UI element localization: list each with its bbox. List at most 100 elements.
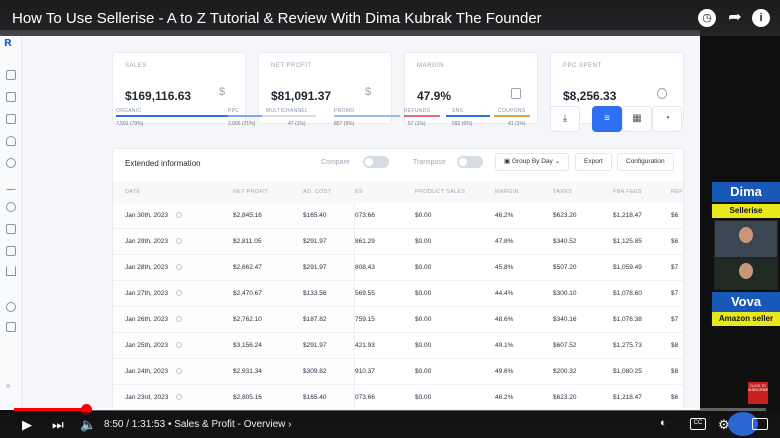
compare-toggle[interactable] <box>363 156 389 168</box>
chevron-down-icon: ⌄ <box>552 158 561 165</box>
table-cell: Jan 27th, 2023 <box>125 290 169 297</box>
truck-icon[interactable] <box>6 246 16 256</box>
play-icon[interactable]: ▶ <box>22 417 32 433</box>
chart-icon[interactable] <box>6 92 16 102</box>
compare-label: Compare <box>321 159 350 166</box>
info-icon[interactable] <box>176 290 182 296</box>
bell-icon[interactable] <box>6 136 16 146</box>
column-header[interactable]: TAXES <box>553 189 572 195</box>
ppc-value: 2,005 (21%) <box>228 121 256 127</box>
column-header[interactable]: MARGIN <box>495 189 519 195</box>
watch-later-icon[interactable]: ◷ <box>698 9 716 27</box>
time-display[interactable]: 8:50 / 1:31:53 • Sales & Profit - Overvi… <box>104 419 291 430</box>
info-icon[interactable] <box>176 212 182 218</box>
table-cell: $6 <box>671 394 679 401</box>
table-cell: $2,762.10 <box>233 316 262 323</box>
table-row[interactable]: Jan 27th, 2023 $2,470.67 $133.56 569.55 $0.0… <box>113 281 683 307</box>
volume-icon[interactable]: 🔈 <box>80 417 96 433</box>
group-by-label: Group By Day <box>511 158 553 165</box>
column-header[interactable]: FBA FEES <box>613 189 642 195</box>
table-row[interactable]: Jan 24th, 2023 $2,931.34 $309.82 910.37 $0.0… <box>113 359 683 385</box>
table-cell: $0.00 <box>415 264 432 271</box>
table-cell: $291.97 <box>303 238 327 245</box>
expand-icon[interactable]: » <box>6 382 16 392</box>
table-cell: 421.93 <box>355 342 375 349</box>
table-cell: $2,845.16 <box>233 212 262 219</box>
progress-track[interactable] <box>14 408 766 411</box>
info-icon[interactable] <box>176 238 182 244</box>
group-by-select[interactable]: ▣ Group By Day ⌄ <box>495 153 570 171</box>
coupons-label: COUPONS <box>498 108 526 114</box>
table-row[interactable]: Jan 30th, 2023 $2,845.16 $165.40 073.66 $0.0… <box>113 203 683 229</box>
table-cell: $133.56 <box>303 290 327 297</box>
orders-breakdown: ORGANIC PPC MULTICHANNEL 7,591 (79%) 2,0… <box>116 106 316 130</box>
info-icon[interactable] <box>176 368 182 374</box>
table-cell: $309.82 <box>303 368 327 375</box>
organic-label: ORGANIC <box>116 108 142 114</box>
chart-view-button[interactable]: ◔ <box>652 106 682 132</box>
table-cell: $507.20 <box>553 264 577 271</box>
info-icon[interactable] <box>176 394 182 400</box>
refresh-icon[interactable] <box>6 202 16 212</box>
table-row[interactable]: Jan 25th, 2023 $3,156.24 $291.97 421.93 $0.0… <box>113 333 683 359</box>
panel-title: Extended information <box>125 159 201 168</box>
share-icon[interactable]: ➦ <box>726 9 744 27</box>
transpose-toggle[interactable] <box>457 156 483 168</box>
chat-icon[interactable] <box>6 158 16 168</box>
info-icon[interactable] <box>176 316 182 322</box>
captions-icon[interactable]: CC <box>690 418 706 430</box>
transpose-label: Transpose <box>413 159 446 166</box>
configuration-button[interactable]: Configuration <box>617 153 674 171</box>
table-cell: $291.97 <box>303 264 327 271</box>
column-header[interactable]: NET PROFIT <box>233 189 269 195</box>
column-header[interactable]: REFU <box>671 189 683 195</box>
table-row[interactable]: Jan 29th, 2023 $2,811.05 $291.97 861.29 $0.0… <box>113 229 683 255</box>
grid-view-button[interactable]: ▦ <box>622 106 652 132</box>
next-icon[interactable]: ⏭ <box>52 417 64 433</box>
info-icon[interactable] <box>176 342 182 348</box>
subscribe-watermark[interactable]: CLICK TO SUBSCRIBE <box>748 382 768 404</box>
guest-face <box>739 263 753 279</box>
table-cell: Jan 24th, 2023 <box>125 368 169 375</box>
column-header[interactable]: PRODUCT SALES <box>415 189 465 195</box>
table-cell: $340.16 <box>553 316 577 323</box>
progress-played[interactable] <box>14 408 86 411</box>
sns-value: 592 (6%) <box>452 121 473 127</box>
info-icon[interactable]: i <box>752 9 770 27</box>
margin-value: 47.9% <box>417 89 452 103</box>
calendar-icon: ▣ <box>504 158 512 165</box>
download-button[interactable]: ⤓ <box>550 106 580 132</box>
column-header[interactable]: DATE <box>125 189 140 195</box>
table-cell: 861.29 <box>355 238 375 245</box>
table-cell: 47.8% <box>495 238 514 245</box>
export-button[interactable]: Export <box>575 153 612 171</box>
list-view-button[interactable]: ≡ <box>592 106 622 132</box>
document-icon[interactable] <box>6 114 16 124</box>
net-profit-value: $81,091.37 <box>271 89 332 103</box>
organic-value: 7,591 (79%) <box>116 121 144 127</box>
info-icon[interactable] <box>176 264 182 270</box>
clipboard-icon <box>511 88 521 99</box>
home-icon[interactable] <box>6 70 16 80</box>
column-header[interactable]: ES <box>355 189 363 195</box>
table-cell: 48.6% <box>495 316 514 323</box>
dollar-icon: $ <box>365 86 372 98</box>
coupons-value: 41 (1%) <box>508 121 526 127</box>
fullscreen-icon[interactable] <box>752 418 768 430</box>
video-title[interactable]: How To Use Sellerise - A to Z Tutorial &… <box>12 10 542 27</box>
warning-icon[interactable] <box>6 266 16 276</box>
column-header[interactable]: AD. COST <box>303 189 331 195</box>
trend-icon[interactable] <box>6 180 16 190</box>
table-cell: 073.66 <box>355 394 375 401</box>
table-cell: $1,125.85 <box>613 238 642 245</box>
table-row[interactable]: Jan 28th, 2023 $2,662.47 $291.97 808.43 $0.0… <box>113 255 683 281</box>
table-row[interactable]: Jan 26th, 2023 $2,762.10 $187.82 759.15 $0.0… <box>113 307 683 333</box>
logout-icon[interactable] <box>6 322 16 332</box>
multichannel-label: MULTICHANNEL <box>266 108 309 114</box>
file-icon[interactable] <box>6 224 16 234</box>
table-cell: $0.00 <box>415 212 432 219</box>
table-row[interactable]: Jan 23rd, 2023 $2,805.16 $165.40 073.66 $0.0… <box>113 385 683 409</box>
gear-icon[interactable] <box>6 302 16 312</box>
table-cell: Jan 28th, 2023 <box>125 264 169 271</box>
autoplay-toggle-icon[interactable]: ◐ <box>660 417 667 429</box>
